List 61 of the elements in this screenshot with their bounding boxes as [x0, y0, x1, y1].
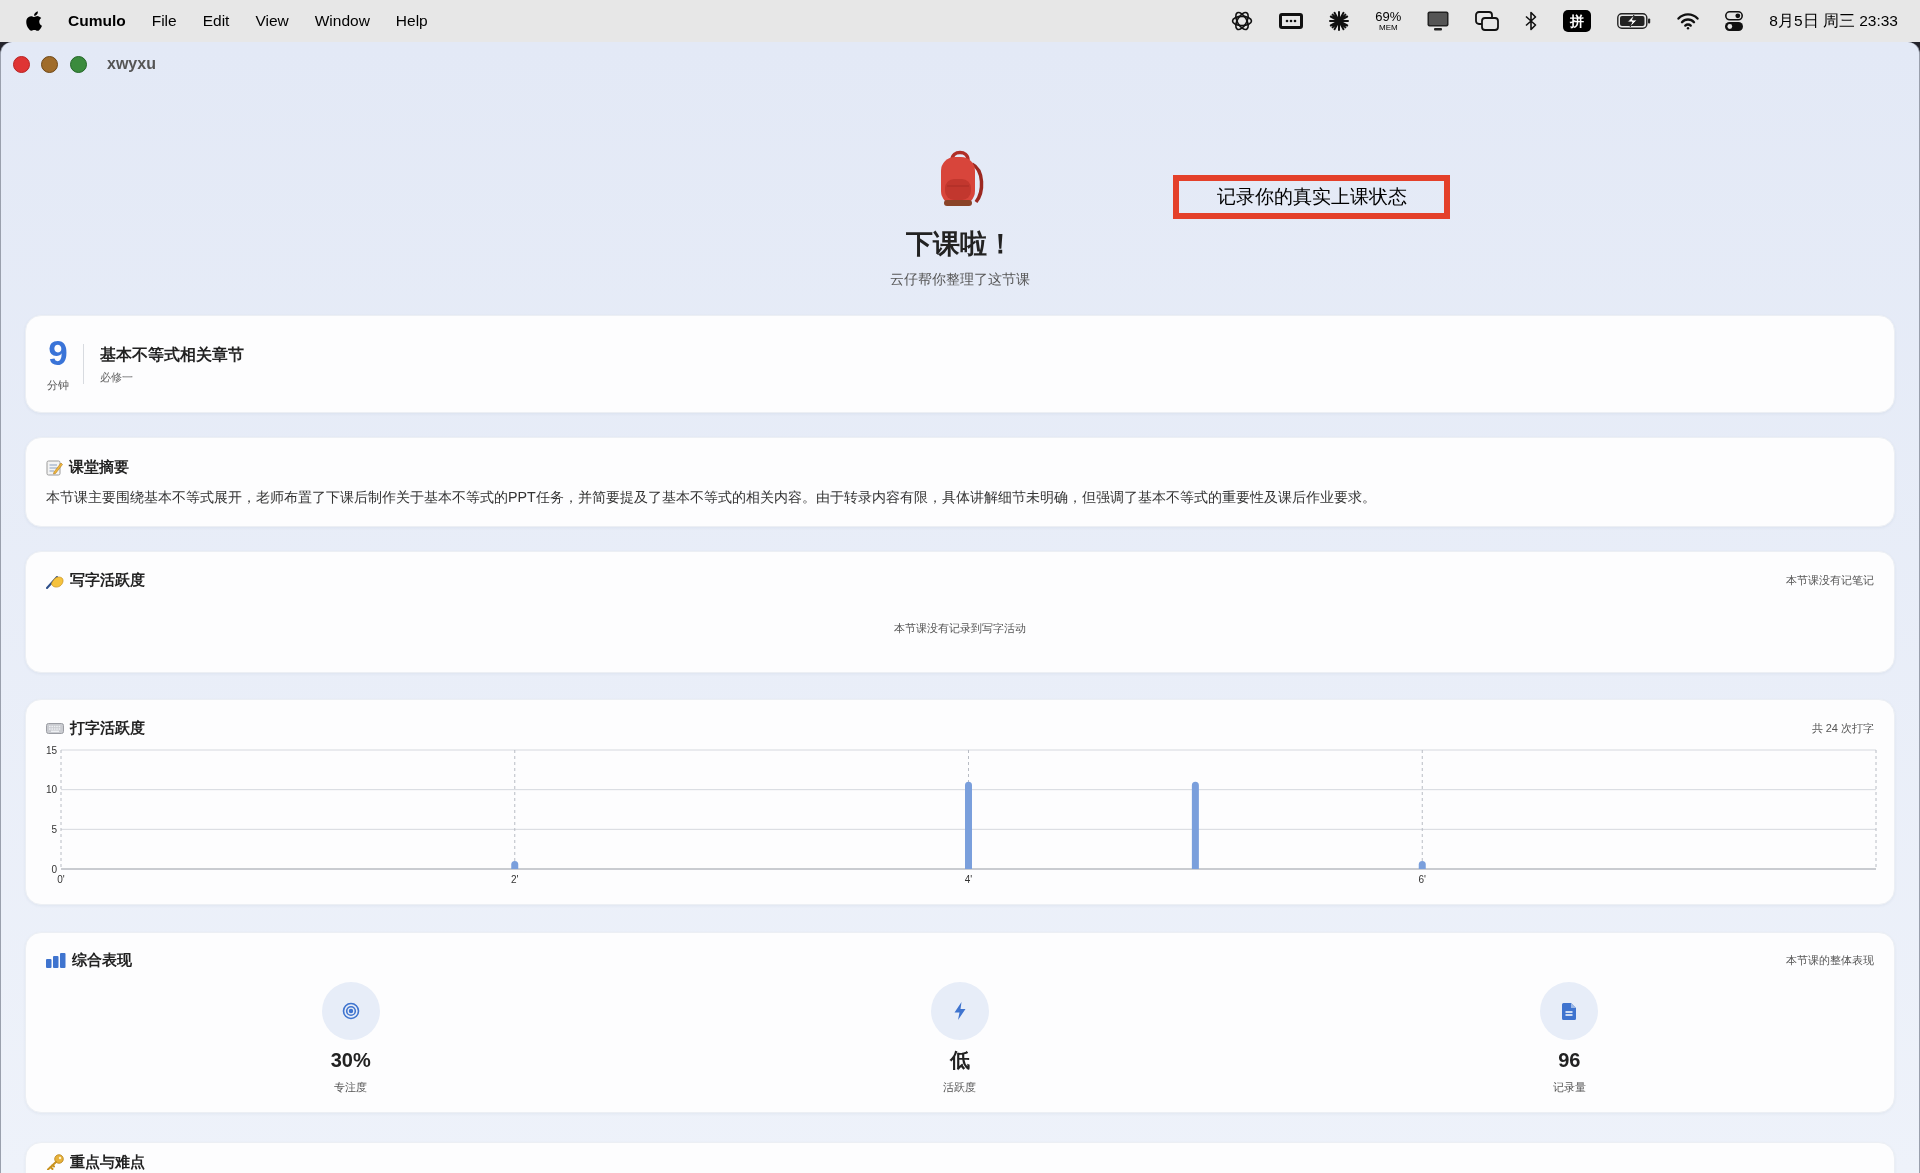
y-tick-label: 15: [46, 744, 57, 756]
section-note: 本节课的整体表现: [1786, 952, 1874, 968]
summary-text: 本节课主要围绕基本不等式展开，老师布置了下课后制作关于基本不等式的PPT任务，并简要提及了基本不等式的相关内容。由于转录内容有限，具体讲解细节未明确，但强调了基本不等式的重要性及课后作业要求。: [46, 488, 1377, 507]
metric-value: 低: [950, 1048, 970, 1073]
memory-label[interactable]: MEM: [1379, 23, 1398, 32]
metric-value: 30%: [330, 1048, 371, 1073]
page-subtitle: 云仔帮你整理了这节课: [890, 270, 1030, 289]
metric-label: 活跃度: [943, 1080, 977, 1095]
section-note: 本节课没有记笔记: [1786, 572, 1874, 588]
display-icon[interactable]: [1427, 11, 1450, 31]
y-tick-label: 0: [51, 863, 57, 875]
control-toggles-icon[interactable]: [1725, 11, 1744, 31]
menu-item[interactable]: View: [255, 9, 289, 33]
metric-value: 96: [1558, 1048, 1581, 1073]
window-title: xwyxu: [107, 54, 156, 74]
section-note: 共 24 次打字: [1811, 720, 1874, 736]
memory-percent[interactable]: 69%: [1375, 10, 1402, 23]
menu-item[interactable]: Help: [395, 9, 428, 33]
knot-logo-icon[interactable]: [1231, 10, 1254, 32]
menu-item[interactable]: File: [151, 9, 177, 33]
menu-item[interactable]: Edit: [202, 9, 230, 33]
lesson-title: 基本不等式相关章节: [100, 344, 244, 365]
battery-charging-icon[interactable]: [1617, 13, 1652, 29]
page-heading: 下课啦！: [906, 228, 1014, 261]
key-icon: [46, 1154, 64, 1170]
duration-unit: 分钟: [47, 378, 69, 393]
section-title: 打字活跃度: [70, 718, 145, 738]
menu-clock[interactable]: 8月5日 周三 23:33: [1769, 9, 1898, 33]
x-tick-label: 0': [57, 874, 65, 885]
close-button[interactable]: [13, 55, 30, 73]
metric-label: 记录量: [1552, 1080, 1586, 1095]
wifi-icon[interactable]: [1677, 12, 1700, 30]
screen-dots-icon[interactable]: [1279, 13, 1304, 29]
minimize-button[interactable]: [41, 55, 58, 73]
y-tick-label: 5: [51, 823, 57, 835]
x-tick-label: 6': [1418, 874, 1426, 885]
chart-bar: [1418, 861, 1426, 869]
metric-label: 专注度: [334, 1080, 368, 1095]
bluetooth-icon[interactable]: [1525, 11, 1538, 31]
starburst-icon[interactable]: [1329, 11, 1350, 31]
bar-chart-icon: [46, 952, 66, 968]
lesson-subtitle: 必修一: [100, 369, 134, 385]
x-tick-label: 4': [964, 874, 973, 885]
y-tick-label: 10: [46, 784, 57, 796]
zoom-button[interactable]: [70, 55, 87, 73]
section-title: 综合表现: [72, 950, 132, 970]
annotation-label: 记录你的真实上课状态: [1173, 175, 1450, 219]
keyboard-icon: [46, 722, 64, 734]
windows-icon[interactable]: [1475, 11, 1500, 31]
input-method-indicator[interactable]: 拼: [1563, 10, 1592, 32]
section-title: 重点与难点: [70, 1152, 145, 1172]
empty-message: 本节课没有记录到写字活动: [894, 621, 1026, 636]
section-title: 课堂摘要: [69, 457, 129, 477]
memo-icon: [46, 458, 63, 476]
chart-bar: [511, 861, 519, 869]
x-tick-label: 2': [511, 874, 519, 885]
app-menu[interactable]: Cumulo: [68, 9, 126, 33]
apple-logo-icon[interactable]: [26, 11, 43, 31]
menu-item[interactable]: Window: [314, 9, 370, 33]
section-title: 写字活跃度: [70, 570, 145, 590]
duration-value: 9: [48, 335, 68, 371]
